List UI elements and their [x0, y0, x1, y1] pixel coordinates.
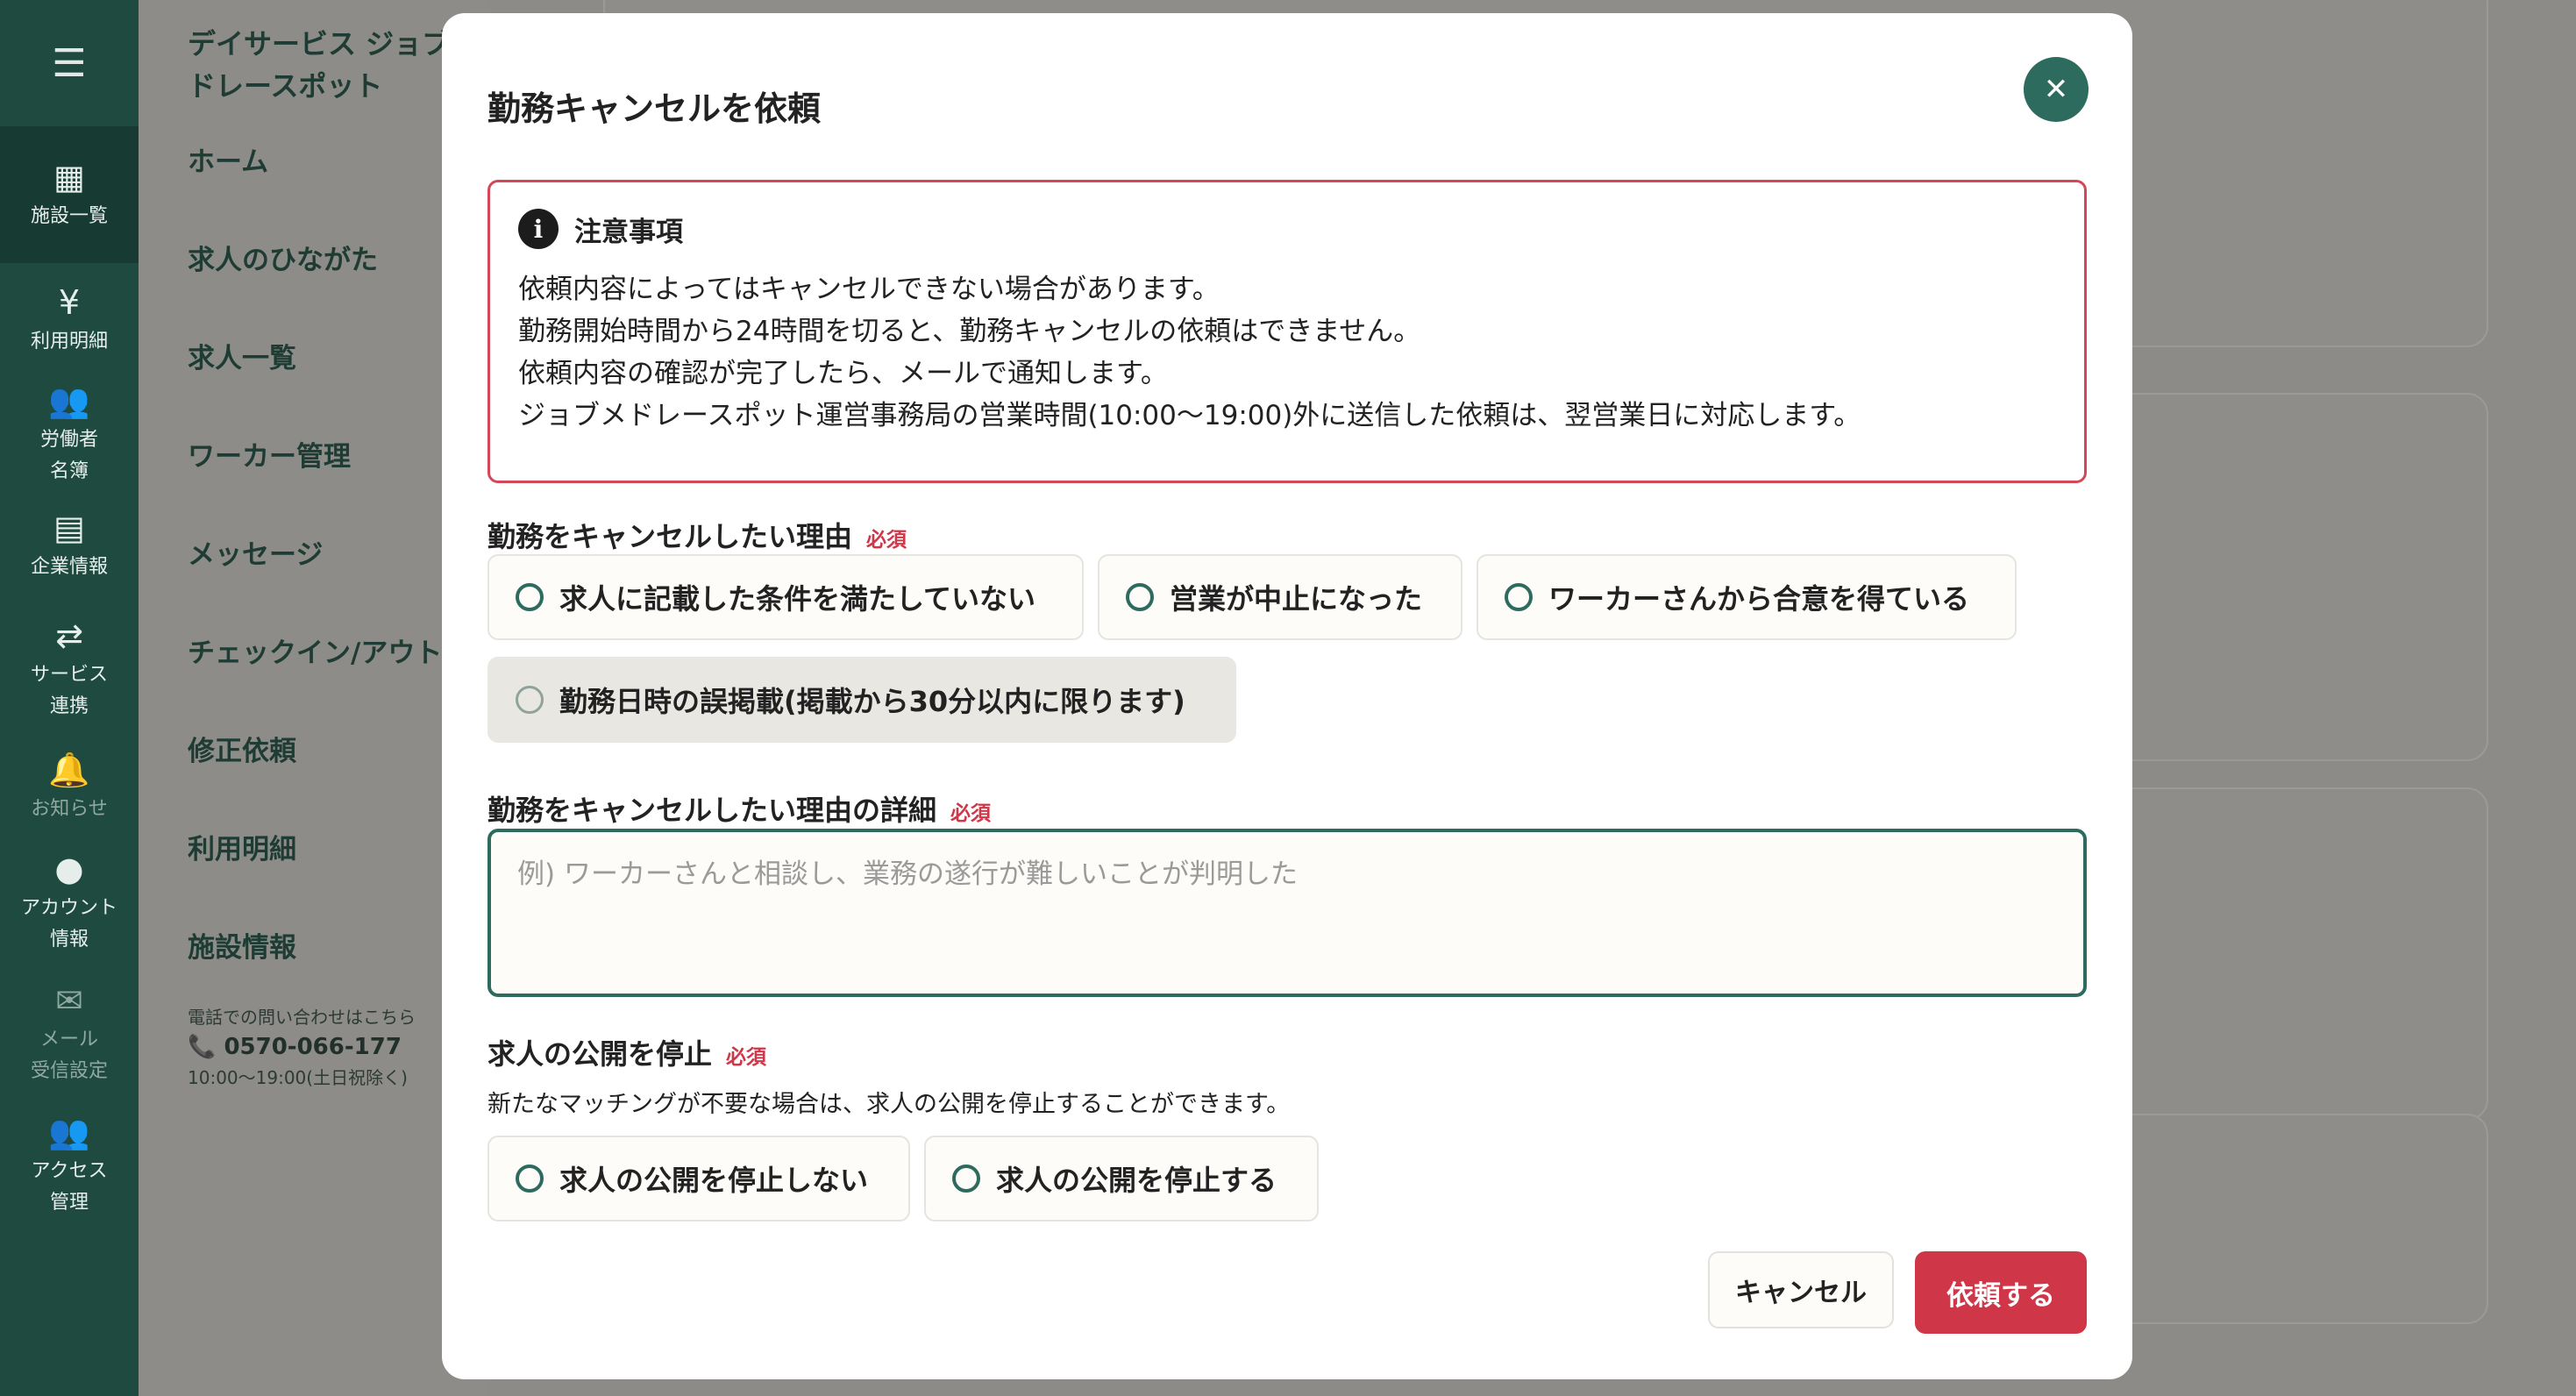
reason-option-mistaken-posting: 勤務日時の誤掲載(掲載から30分以内に限ります)	[487, 657, 1236, 743]
radio-button[interactable]	[1505, 583, 1533, 611]
users-icon: 👥	[48, 381, 90, 420]
rail-item-workers[interactable]: 👥 労働者 名簿	[0, 377, 139, 491]
submit-request-button[interactable]: 依頼する	[1915, 1251, 2087, 1334]
building-icon: ▦	[53, 158, 85, 196]
rail-item-company[interactable]: ▤ 企業情報	[0, 491, 139, 600]
cancel-button[interactable]: キャンセル	[1708, 1251, 1894, 1328]
rail-item-label: サービス 連携	[30, 664, 108, 717]
reason-option-conditions[interactable]: 求人に記載した条件を満たしていない	[487, 554, 1084, 640]
rail-item-label: 労働者 名簿	[39, 429, 98, 482]
close-icon: ✕	[2043, 72, 2069, 107]
required-badge: 必須	[866, 529, 907, 552]
close-button[interactable]: ✕	[2024, 57, 2089, 122]
document-icon: ▤	[53, 509, 85, 547]
rail-item-label: 企業情報	[30, 556, 108, 578]
option-label: ワーカーさんから合意を得ている	[1548, 582, 1970, 616]
swap-icon: ⇄	[55, 616, 83, 655]
cancel-request-modal: 勤務キャンセルを依頼 ✕ i 注意事項 依頼内容によってはキャンセルできない場合…	[442, 13, 2132, 1379]
rail-item-facilities[interactable]: ▦ 施設一覧	[0, 126, 139, 263]
hamburger-icon[interactable]: ☰	[0, 0, 139, 126]
notice-box: i 注意事項 依頼内容によってはキャンセルできない場合があります。 勤務開始時間…	[487, 180, 2087, 483]
stop-label-text: 求人の公開を停止	[487, 1037, 713, 1071]
option-label: 求人の公開を停止しない	[559, 1164, 869, 1197]
option-label: 求人の公開を停止する	[996, 1164, 1277, 1197]
detail-label-text: 勤務をキャンセルしたい理由の詳細	[487, 794, 937, 827]
notice-title: 注意事項	[574, 216, 683, 248]
reason-label-text: 勤務をキャンセルしたい理由	[487, 520, 853, 553]
rail-item-label: アクセス 管理	[31, 1160, 108, 1214]
stop-label: 求人の公開を停止 必須	[487, 1032, 766, 1072]
radio-button[interactable]	[516, 1165, 544, 1193]
reason-option-worker-agreed[interactable]: ワーカーさんから合意を得ている	[1477, 554, 2017, 640]
phone-number-text: 0570-066-177	[224, 1034, 402, 1060]
mail-icon: ✉	[55, 981, 83, 1020]
notice-line: ジョブメドレースポット運営事務局の営業時間(10:00〜19:00)外に送信した…	[518, 400, 1861, 431]
rail-item-mail[interactable]: ✉ メール 受信設定	[0, 968, 139, 1100]
required-badge: 必須	[726, 1046, 767, 1069]
notice-line: 依頼内容によってはキャンセルできない場合があります。	[518, 274, 1220, 305]
notice-line: 勤務開始時間から24時間を切ると、勤務キャンセルの依頼はできません。	[518, 316, 1421, 347]
rail-item-label: 施設一覧	[30, 205, 108, 227]
rail-item-label: アカウント 情報	[20, 897, 117, 951]
required-badge: 必須	[950, 802, 992, 825]
radio-button[interactable]	[1126, 583, 1154, 611]
phone-icon: 📞	[188, 1034, 217, 1060]
person-icon: ●	[54, 850, 84, 888]
stop-option-stop-public[interactable]: 求人の公開を停止する	[924, 1136, 1319, 1222]
reason-detail-textarea[interactable]	[487, 829, 2087, 997]
option-label: 求人に記載した条件を満たしていない	[559, 582, 1036, 616]
bell-icon: 🔔	[48, 751, 90, 789]
rail-item-service[interactable]: ⇄ サービス 連携	[0, 600, 139, 738]
info-icon: i	[518, 209, 559, 249]
notice-line: 依頼内容の確認が完了したら、メールで通知します。	[518, 358, 1168, 389]
option-label: 営業が中止になった	[1170, 582, 1423, 616]
radio-button	[516, 686, 544, 714]
stop-description: 新たなマッチングが不要な場合は、求人の公開を停止することができます。	[487, 1091, 1291, 1118]
reason-option-business-cancelled[interactable]: 営業が中止になった	[1098, 554, 1462, 640]
radio-button[interactable]	[516, 583, 544, 611]
icon-rail: ☰ ▦ 施設一覧 ¥ 利用明細 👥 労働者 名簿 ▤ 企業情報 ⇄ サービス 連…	[0, 0, 139, 1396]
facility-subnav: デイサービス ジョブ ドレースポット ホーム 求人のひながた 求人一覧 ワーカー…	[139, 0, 489, 1396]
rail-item-label: メール 受信設定	[30, 1029, 108, 1082]
detail-label: 勤務をキャンセルしたい理由の詳細 必須	[487, 788, 991, 829]
rail-item-access[interactable]: 👥 アクセス 管理	[0, 1100, 139, 1231]
users-icon: 👥	[48, 1113, 90, 1151]
yen-document-icon: ¥	[58, 283, 81, 322]
option-label: 勤務日時の誤掲載(掲載から30分以内に限ります)	[559, 685, 1185, 718]
modal-title: 勤務キャンセルを依頼	[487, 89, 822, 128]
rail-item-label: お知らせ	[31, 798, 108, 820]
rail-item-label: 利用明細	[30, 331, 108, 353]
rail-item-billing[interactable]: ¥ 利用明細	[0, 263, 139, 377]
rail-item-notices[interactable]: 🔔 お知らせ	[0, 738, 139, 837]
rail-item-account[interactable]: ● アカウント 情報	[0, 837, 139, 968]
reason-label: 勤務をキャンセルしたい理由 必須	[487, 515, 907, 555]
stop-option-keep-public[interactable]: 求人の公開を停止しない	[487, 1136, 910, 1222]
radio-button[interactable]	[952, 1165, 980, 1193]
